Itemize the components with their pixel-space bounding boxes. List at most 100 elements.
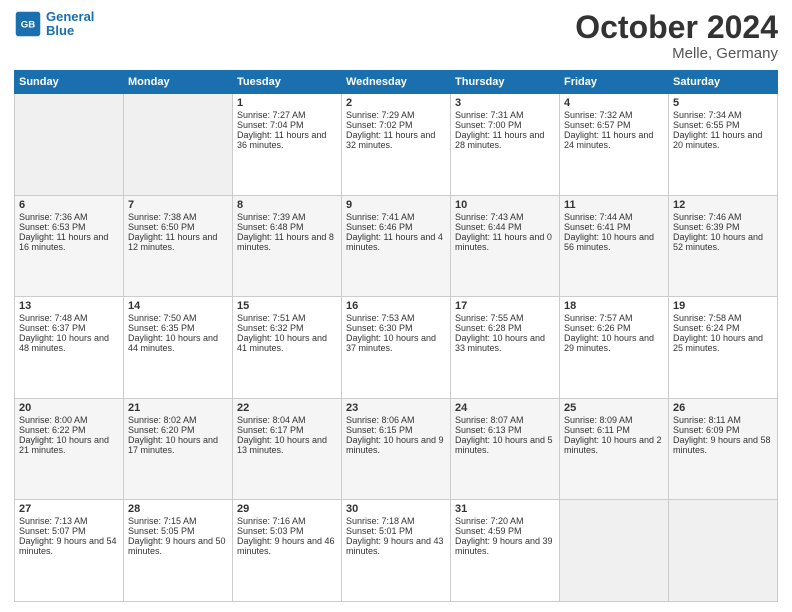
calendar-cell [124, 94, 233, 196]
weekday-header: Thursday [451, 71, 560, 94]
day-number: 24 [455, 402, 555, 414]
day-number: 18 [564, 300, 664, 312]
calendar-cell: 16Sunrise: 7:53 AMSunset: 6:30 PMDayligh… [342, 297, 451, 399]
sunrise-text: Sunrise: 7:50 AM [128, 313, 228, 323]
sunrise-text: Sunrise: 8:00 AM [19, 415, 119, 425]
calendar-body: 1Sunrise: 7:27 AMSunset: 7:04 PMDaylight… [15, 94, 778, 602]
daylight-text: Daylight: 11 hours and 28 minutes. [455, 130, 555, 150]
daylight-text: Daylight: 10 hours and 33 minutes. [455, 333, 555, 353]
calendar-cell: 11Sunrise: 7:44 AMSunset: 6:41 PMDayligh… [560, 195, 669, 297]
day-number: 28 [128, 503, 228, 515]
daylight-text: Daylight: 11 hours and 12 minutes. [128, 232, 228, 252]
daylight-text: Daylight: 9 hours and 46 minutes. [237, 536, 337, 556]
sunset-text: Sunset: 6:13 PM [455, 425, 555, 435]
daylight-text: Daylight: 9 hours and 58 minutes. [673, 435, 773, 455]
daylight-text: Daylight: 10 hours and 17 minutes. [128, 435, 228, 455]
day-number: 23 [346, 402, 446, 414]
day-number: 6 [19, 199, 119, 211]
sunset-text: Sunset: 7:00 PM [455, 120, 555, 130]
calendar-cell: 14Sunrise: 7:50 AMSunset: 6:35 PMDayligh… [124, 297, 233, 399]
title-block: October 2024 Melle, Germany [575, 10, 778, 62]
daylight-text: Daylight: 11 hours and 32 minutes. [346, 130, 446, 150]
weekday-header: Tuesday [233, 71, 342, 94]
daylight-text: Daylight: 10 hours and 44 minutes. [128, 333, 228, 353]
calendar-cell: 2Sunrise: 7:29 AMSunset: 7:02 PMDaylight… [342, 94, 451, 196]
daylight-text: Daylight: 11 hours and 0 minutes. [455, 232, 555, 252]
day-number: 21 [128, 402, 228, 414]
logo-line2: Blue [46, 23, 74, 38]
sunset-text: Sunset: 6:28 PM [455, 323, 555, 333]
daylight-text: Daylight: 9 hours and 54 minutes. [19, 536, 119, 556]
sunrise-text: Sunrise: 7:15 AM [128, 516, 228, 526]
calendar-cell: 12Sunrise: 7:46 AMSunset: 6:39 PMDayligh… [669, 195, 778, 297]
calendar-cell: 20Sunrise: 8:00 AMSunset: 6:22 PMDayligh… [15, 398, 124, 500]
sunset-text: Sunset: 6:46 PM [346, 222, 446, 232]
sunset-text: Sunset: 6:55 PM [673, 120, 773, 130]
sunset-text: Sunset: 6:22 PM [19, 425, 119, 435]
daylight-text: Daylight: 11 hours and 8 minutes. [237, 232, 337, 252]
sunrise-text: Sunrise: 7:36 AM [19, 212, 119, 222]
calendar-cell: 6Sunrise: 7:36 AMSunset: 6:53 PMDaylight… [15, 195, 124, 297]
day-number: 22 [237, 402, 337, 414]
logo: GB General Blue [14, 10, 94, 39]
sunrise-text: Sunrise: 8:09 AM [564, 415, 664, 425]
calendar-table: SundayMondayTuesdayWednesdayThursdayFrid… [14, 70, 778, 602]
day-number: 5 [673, 97, 773, 109]
calendar-cell: 1Sunrise: 7:27 AMSunset: 7:04 PMDaylight… [233, 94, 342, 196]
day-number: 3 [455, 97, 555, 109]
sunset-text: Sunset: 6:24 PM [673, 323, 773, 333]
day-number: 12 [673, 199, 773, 211]
sunrise-text: Sunrise: 8:02 AM [128, 415, 228, 425]
calendar-cell: 17Sunrise: 7:55 AMSunset: 6:28 PMDayligh… [451, 297, 560, 399]
logo-icon: GB [14, 10, 42, 38]
daylight-text: Daylight: 10 hours and 56 minutes. [564, 232, 664, 252]
daylight-text: Daylight: 9 hours and 43 minutes. [346, 536, 446, 556]
calendar-week-row: 13Sunrise: 7:48 AMSunset: 6:37 PMDayligh… [15, 297, 778, 399]
sunrise-text: Sunrise: 7:46 AM [673, 212, 773, 222]
sunrise-text: Sunrise: 7:57 AM [564, 313, 664, 323]
sunset-text: Sunset: 6:11 PM [564, 425, 664, 435]
sunset-text: Sunset: 5:05 PM [128, 526, 228, 536]
daylight-text: Daylight: 11 hours and 4 minutes. [346, 232, 446, 252]
day-number: 7 [128, 199, 228, 211]
weekday-header: Wednesday [342, 71, 451, 94]
sunrise-text: Sunrise: 7:18 AM [346, 516, 446, 526]
sunrise-text: Sunrise: 7:38 AM [128, 212, 228, 222]
calendar-cell: 18Sunrise: 7:57 AMSunset: 6:26 PMDayligh… [560, 297, 669, 399]
calendar-cell: 22Sunrise: 8:04 AMSunset: 6:17 PMDayligh… [233, 398, 342, 500]
sunset-text: Sunset: 6:39 PM [673, 222, 773, 232]
calendar-cell: 5Sunrise: 7:34 AMSunset: 6:55 PMDaylight… [669, 94, 778, 196]
sunset-text: Sunset: 6:37 PM [19, 323, 119, 333]
sunset-text: Sunset: 6:53 PM [19, 222, 119, 232]
sunrise-text: Sunrise: 7:34 AM [673, 110, 773, 120]
day-number: 19 [673, 300, 773, 312]
sunrise-text: Sunrise: 7:55 AM [455, 313, 555, 323]
sunrise-text: Sunrise: 7:44 AM [564, 212, 664, 222]
sunset-text: Sunset: 7:02 PM [346, 120, 446, 130]
daylight-text: Daylight: 10 hours and 48 minutes. [19, 333, 119, 353]
calendar-header: SundayMondayTuesdayWednesdayThursdayFrid… [15, 71, 778, 94]
calendar-cell [669, 500, 778, 602]
sunrise-text: Sunrise: 7:58 AM [673, 313, 773, 323]
sunset-text: Sunset: 6:17 PM [237, 425, 337, 435]
calendar-cell: 9Sunrise: 7:41 AMSunset: 6:46 PMDaylight… [342, 195, 451, 297]
sunset-text: Sunset: 6:09 PM [673, 425, 773, 435]
day-number: 29 [237, 503, 337, 515]
daylight-text: Daylight: 11 hours and 16 minutes. [19, 232, 119, 252]
calendar-cell: 26Sunrise: 8:11 AMSunset: 6:09 PMDayligh… [669, 398, 778, 500]
calendar-cell [15, 94, 124, 196]
calendar-week-row: 6Sunrise: 7:36 AMSunset: 6:53 PMDaylight… [15, 195, 778, 297]
daylight-text: Daylight: 10 hours and 29 minutes. [564, 333, 664, 353]
daylight-text: Daylight: 9 hours and 39 minutes. [455, 536, 555, 556]
daylight-text: Daylight: 10 hours and 37 minutes. [346, 333, 446, 353]
sunrise-text: Sunrise: 7:20 AM [455, 516, 555, 526]
calendar-cell: 8Sunrise: 7:39 AMSunset: 6:48 PMDaylight… [233, 195, 342, 297]
daylight-text: Daylight: 10 hours and 13 minutes. [237, 435, 337, 455]
weekday-header: Sunday [15, 71, 124, 94]
sunrise-text: Sunrise: 8:04 AM [237, 415, 337, 425]
day-number: 15 [237, 300, 337, 312]
sunset-text: Sunset: 6:35 PM [128, 323, 228, 333]
day-number: 30 [346, 503, 446, 515]
day-number: 10 [455, 199, 555, 211]
sunrise-text: Sunrise: 8:11 AM [673, 415, 773, 425]
